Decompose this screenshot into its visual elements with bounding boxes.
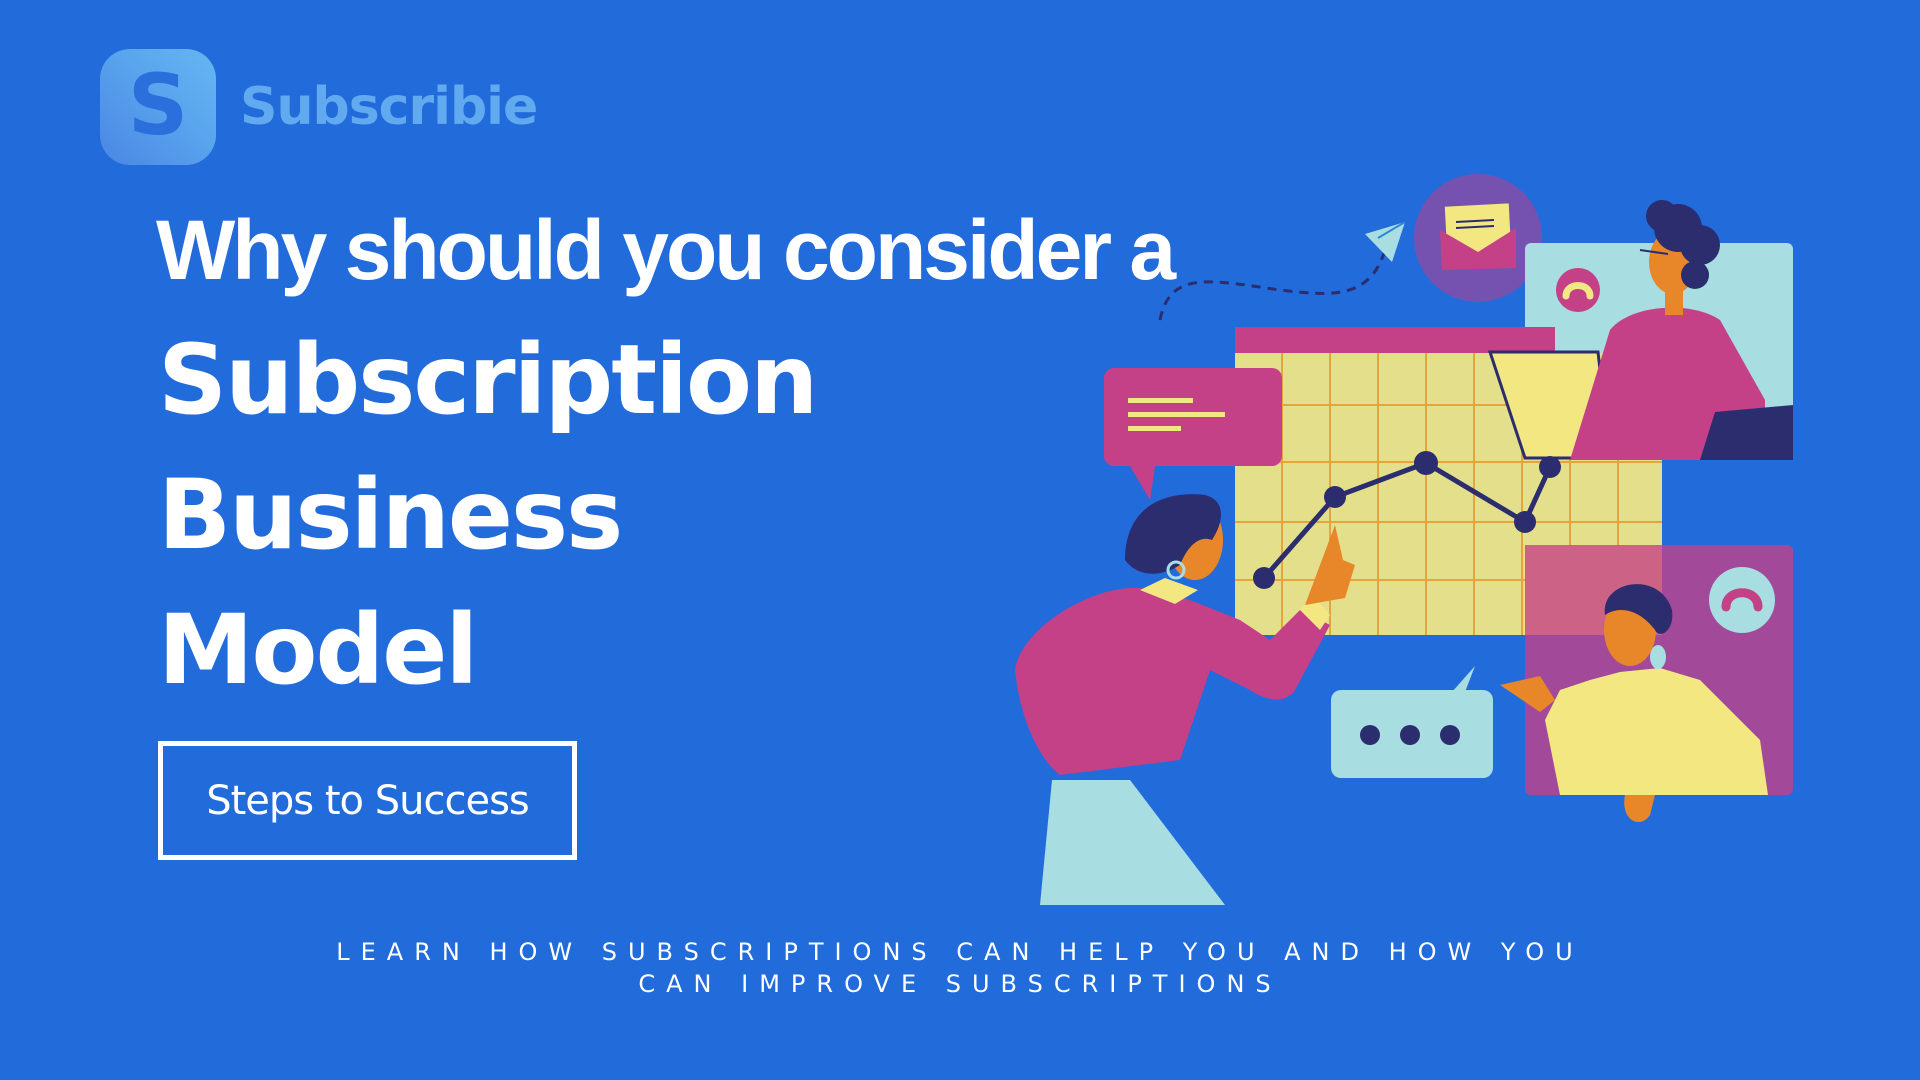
envelope-icon [1414, 174, 1542, 302]
end-call-icon [1709, 567, 1775, 633]
hero-illustration [1015, 174, 1793, 905]
chart-point [1324, 486, 1346, 508]
end-call-icon [1556, 268, 1600, 312]
chart-point [1539, 456, 1561, 478]
paper-plane-icon [1365, 221, 1406, 262]
chat-bubble-typing-icon [1331, 666, 1493, 778]
chart-point [1414, 451, 1438, 475]
chart-point [1253, 567, 1275, 589]
chart-point [1514, 511, 1536, 533]
dashed-flight-path [1158, 249, 1387, 321]
chart-board-header [1235, 327, 1555, 353]
